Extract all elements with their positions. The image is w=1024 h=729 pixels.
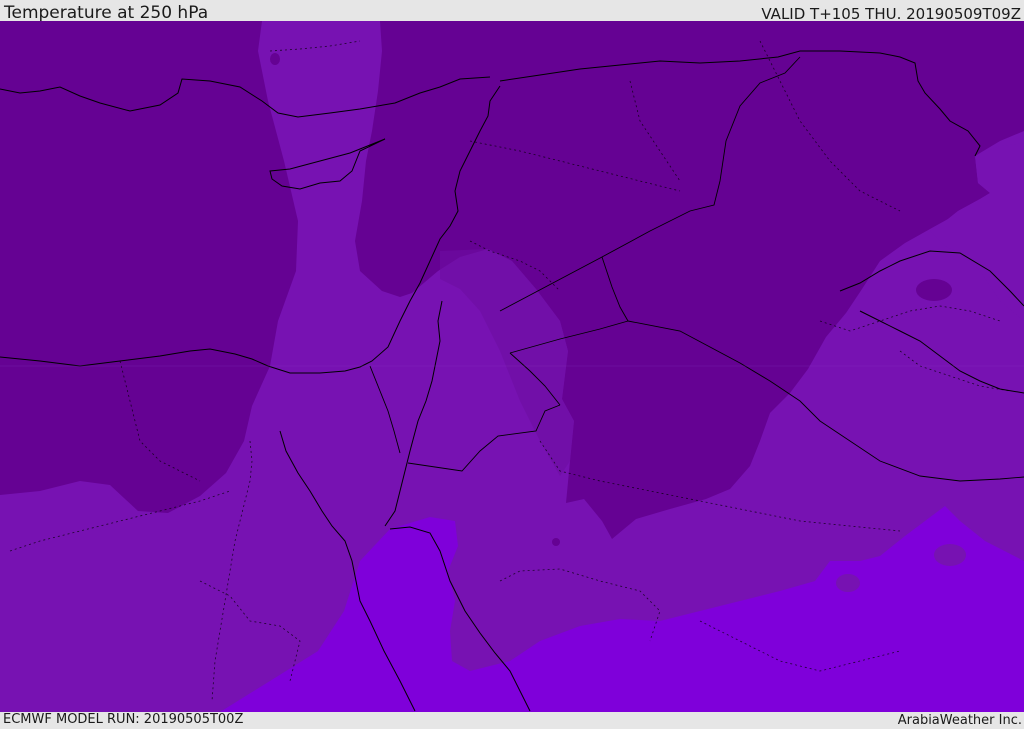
model-run-label: ECMWF MODEL RUN: 20190505T00Z xyxy=(3,712,244,727)
header-bar: Temperature at 250 hPa VALID T+105 THU. … xyxy=(0,0,1024,23)
temperature-patch-light xyxy=(934,544,966,566)
footer-bar: ECMWF MODEL RUN: 20190505T00Z ArabiaWeat… xyxy=(0,712,1024,729)
temperature-patch-dark xyxy=(552,538,560,546)
temperature-map xyxy=(0,21,1024,712)
weather-map-frame: Temperature at 250 hPa VALID T+105 THU. … xyxy=(0,0,1024,729)
temperature-patch-light xyxy=(836,574,860,592)
map-canvas xyxy=(0,21,1024,712)
temperature-patch-dark xyxy=(270,53,280,65)
map-title: Temperature at 250 hPa xyxy=(4,3,209,23)
temperature-patch-dark xyxy=(916,279,952,301)
credit-label: ArabiaWeather Inc. xyxy=(897,713,1022,728)
